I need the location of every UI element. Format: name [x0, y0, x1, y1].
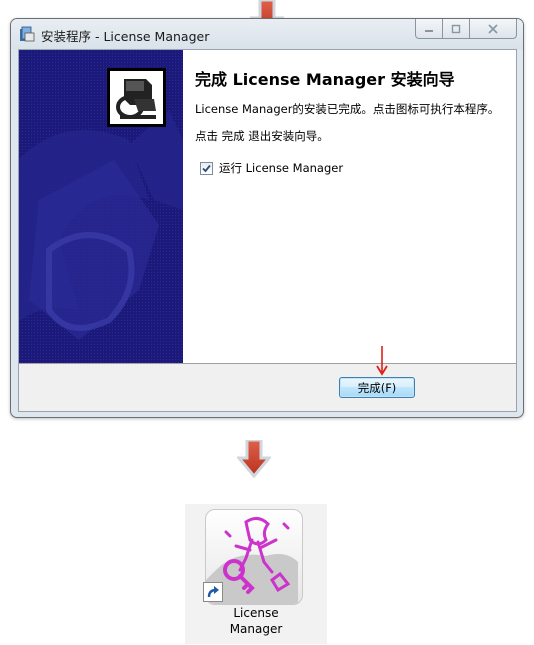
shortcut-label-line1: License	[233, 606, 279, 620]
shortcut-arrow-icon	[207, 586, 219, 598]
minimize-button[interactable]	[415, 19, 443, 39]
down-arrow-indicator-bottom	[237, 440, 271, 479]
wizard-content: 完成 License Manager 安装向导 License Manager的…	[19, 50, 516, 364]
red-pointer-arrow	[376, 346, 388, 376]
wizard-heading: 完成 License Manager 安装向导	[195, 70, 455, 89]
license-manager-shortcut[interactable]: License Manager	[185, 504, 327, 644]
minimize-icon	[425, 29, 433, 32]
installer-app-icon	[20, 26, 35, 42]
wizard-client-area: 完成 License Manager 安装向导 License Manager的…	[18, 49, 517, 412]
window-controls	[415, 19, 517, 39]
shortcut-label-line2: Manager	[229, 622, 283, 636]
maximize-icon	[451, 24, 461, 33]
finish-button[interactable]: 完成(F)	[339, 377, 415, 398]
run-app-label: 运行 License Manager	[219, 161, 344, 175]
completion-message: License Manager的安装已完成。点击图标可执行本程序。	[195, 102, 500, 116]
shortcut-overlay-icon	[203, 582, 223, 602]
run-app-checkbox-row[interactable]: 运行 License Manager	[200, 160, 343, 176]
window-title: 安装程序 - License Manager	[41, 29, 210, 44]
close-icon	[488, 23, 498, 34]
software-box-icon	[110, 71, 163, 124]
close-button[interactable]	[470, 19, 517, 39]
run-app-checkbox[interactable]	[200, 161, 213, 175]
installer-logo	[107, 68, 166, 127]
checkmark-icon	[202, 164, 211, 172]
installer-window: 安装程序 - License Manager 完成 License Manage…	[10, 18, 524, 418]
exit-instruction: 点击 完成 退出安装向导。	[195, 129, 329, 143]
maximize-button[interactable]	[443, 19, 470, 39]
title-bar: 安装程序 - License Manager	[11, 19, 523, 49]
